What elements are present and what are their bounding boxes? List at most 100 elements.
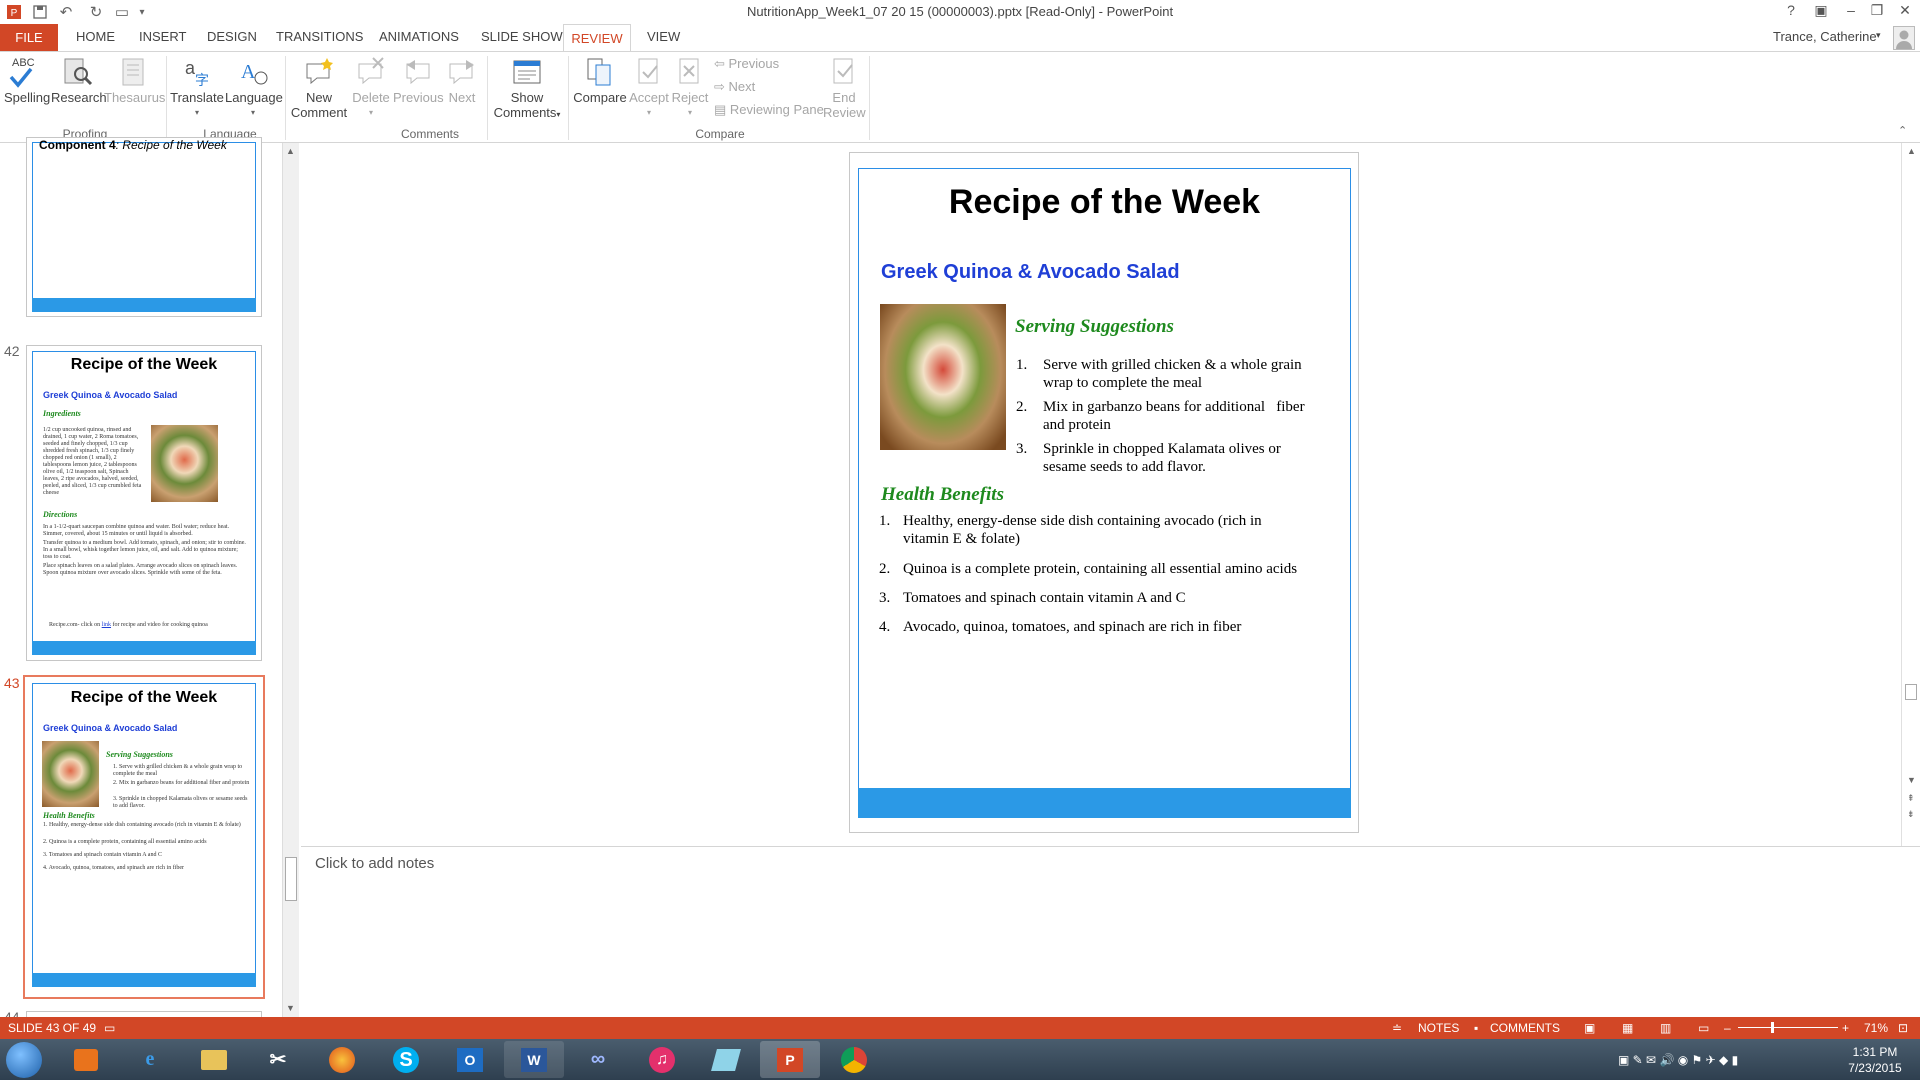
svg-text:字: 字 xyxy=(195,72,209,88)
zoom-slider[interactable] xyxy=(1738,1027,1838,1028)
spelling-button[interactable]: ABC Spelling xyxy=(4,56,50,105)
skype-icon[interactable]: S xyxy=(376,1041,436,1078)
research-button[interactable]: Research xyxy=(51,56,107,105)
fit-slide-icon[interactable]: ⊡ xyxy=(1898,1021,1908,1035)
scrollbar-thumb[interactable] xyxy=(1905,684,1917,700)
tab-home[interactable]: HOME xyxy=(76,29,115,44)
language-chevron-down-icon: ▾ xyxy=(250,108,255,117)
end-review-button[interactable]: End Review xyxy=(823,56,866,120)
scroll-up-arrow-icon[interactable]: ▲ xyxy=(1907,146,1916,156)
tab-file[interactable]: FILE xyxy=(0,24,58,52)
start-button-icon[interactable] xyxy=(6,1042,42,1078)
reading-view-icon[interactable]: ▥ xyxy=(1660,1021,1671,1035)
thesaurus-button[interactable]: Thesaurus xyxy=(104,56,165,105)
delete-chevron-down-icon: ▾ xyxy=(368,108,373,117)
help-button[interactable]: ? xyxy=(1780,2,1802,22)
new-comment-button[interactable]: New Comment xyxy=(289,56,349,120)
infinity-app-icon[interactable]: ∞ xyxy=(568,1041,628,1078)
normal-view-icon[interactable]: ▣ xyxy=(1584,1021,1595,1035)
language-icon: A xyxy=(241,61,268,85)
restore-button[interactable]: ❐ xyxy=(1866,2,1888,22)
avatar[interactable] xyxy=(1893,26,1915,50)
group-label-comments: Comments xyxy=(400,127,459,141)
tab-view[interactable]: VIEW xyxy=(647,29,680,44)
show-comments-button[interactable]: Show Comments▾ xyxy=(491,56,563,122)
collapse-ribbon-icon[interactable]: ⌃ xyxy=(1898,124,1907,137)
notes-app-icon[interactable] xyxy=(696,1041,756,1078)
comments-icon[interactable]: ▪ xyxy=(1474,1021,1478,1035)
research-icon xyxy=(64,58,93,86)
notes-icon[interactable]: ≐ xyxy=(1392,1021,1402,1035)
accept-button[interactable]: Accept ▾ xyxy=(629,56,669,120)
scrollbar-thumb[interactable] xyxy=(285,857,297,901)
thumbnails-scrollbar[interactable]: ▲ ▼ xyxy=(282,143,299,1017)
language-button[interactable]: A Language ▾ xyxy=(225,56,283,120)
thumb-ingredients-text: 1/2 cup uncooked quinoa, rinsed and drai… xyxy=(43,427,142,496)
salad-image[interactable] xyxy=(880,304,1006,450)
tab-slide-show[interactable]: SLIDE SHOW xyxy=(481,29,563,44)
powerpoint-taskbar-icon[interactable]: P xyxy=(760,1041,820,1078)
notes-pane[interactable]: Click to add notes xyxy=(301,846,1920,1017)
compare-previous-button[interactable]: ⇦ Previous xyxy=(714,56,824,71)
tab-transitions[interactable]: TRANSITIONS xyxy=(276,29,363,44)
tools-icon[interactable]: ✂ xyxy=(248,1041,308,1078)
compare-next-button[interactable]: ⇨ Next xyxy=(714,79,824,94)
taskbar-clock[interactable]: 1:31 PM 7/23/2015 xyxy=(1840,1044,1910,1076)
close-button[interactable]: ✕ xyxy=(1894,2,1916,22)
slide-subtitle[interactable]: Greek Quinoa & Avocado Salad xyxy=(881,261,1180,284)
translate-button[interactable]: a字 Translate ▾ xyxy=(170,56,224,120)
reject-button[interactable]: Reject ▾ xyxy=(670,56,710,120)
system-tray-icons[interactable]: ▣ ✎ ✉ 🔊 ◉ ⚑ ✈ ◆ ▮ xyxy=(1618,1053,1738,1067)
itunes-icon[interactable]: ♫ xyxy=(632,1041,692,1078)
comments-button[interactable]: COMMENTS xyxy=(1490,1021,1560,1035)
file-explorer-icon[interactable] xyxy=(184,1041,244,1078)
previous-comment-button[interactable]: Previous xyxy=(393,56,444,105)
delete-comment-button[interactable]: Delete ▾ xyxy=(350,56,392,120)
ribbon-display-options-icon[interactable]: ▣ xyxy=(1810,2,1832,22)
compare-icon xyxy=(587,58,611,86)
media-player-icon[interactable] xyxy=(56,1041,116,1078)
word-icon[interactable]: W xyxy=(504,1041,564,1078)
minimize-button[interactable]: – xyxy=(1840,2,1862,22)
serving-suggestions-heading[interactable]: Serving Suggestions xyxy=(1015,316,1174,338)
slide-thumbnail-43-selected[interactable]: Recipe of the Week Greek Quinoa & Avocad… xyxy=(23,675,265,999)
spelling-label: Spelling xyxy=(4,90,51,105)
tab-insert[interactable]: INSERT xyxy=(139,29,186,44)
user-name[interactable]: Trance, Catherine xyxy=(1773,29,1877,44)
notes-button[interactable]: NOTES xyxy=(1418,1021,1459,1035)
slide-show-icon[interactable]: ▭ xyxy=(1698,1021,1709,1035)
title-bar: P ↶ ↻ ▭ ▾ NutritionApp_Week1_07 20 15 (0… xyxy=(0,0,1920,24)
internet-explorer-icon[interactable]: e xyxy=(120,1041,180,1078)
zoom-out-icon[interactable]: – xyxy=(1724,1021,1731,1035)
slide-title[interactable]: Recipe of the Week xyxy=(859,183,1350,222)
tab-review[interactable]: REVIEW xyxy=(563,24,631,53)
scroll-down-arrow-icon[interactable]: ▼ xyxy=(1907,775,1916,785)
chrome-icon[interactable] xyxy=(824,1041,884,1078)
next-slide-icon[interactable]: ⇟ xyxy=(1907,809,1915,820)
slide-thumbnail-42[interactable]: Recipe of the Week Greek Quinoa & Avocad… xyxy=(26,345,262,661)
outlook-icon[interactable]: O xyxy=(440,1041,500,1078)
tab-animations[interactable]: ANIMATIONS xyxy=(379,29,459,44)
notes-placeholder[interactable]: Click to add notes xyxy=(315,855,434,872)
spell-check-status-icon[interactable]: ▭ xyxy=(104,1021,115,1035)
zoom-slider-thumb[interactable] xyxy=(1771,1022,1774,1033)
user-chevron-down-icon[interactable]: ▾ xyxy=(1876,30,1881,41)
zoom-in-icon[interactable]: + xyxy=(1842,1021,1849,1035)
window-title: NutritionApp_Week1_07 20 15 (00000003).p… xyxy=(746,4,1174,19)
reviewing-pane-button[interactable]: ▤ Reviewing Pane xyxy=(714,102,824,117)
delete-comment-icon xyxy=(358,57,384,85)
previous-slide-icon[interactable]: ⇞ xyxy=(1907,793,1915,804)
scroll-down-arrow-icon[interactable]: ▼ xyxy=(286,1003,295,1013)
slide-sorter-icon[interactable]: ▦ xyxy=(1622,1021,1633,1035)
firefox-icon[interactable] xyxy=(312,1041,372,1078)
tab-design[interactable]: DESIGN xyxy=(207,29,257,44)
accept-icon xyxy=(638,58,658,84)
zoom-level[interactable]: 71% xyxy=(1864,1021,1888,1035)
slide-thumbnail-41[interactable]: Component 4: Recipe of the Week xyxy=(26,137,262,317)
compare-button[interactable]: Compare xyxy=(572,56,628,105)
scroll-up-arrow-icon[interactable]: ▲ xyxy=(286,146,295,156)
next-comment-button[interactable]: Next xyxy=(442,56,482,105)
slide-scrollbar[interactable]: ▲ ▼ ⇞ ⇟ xyxy=(1901,143,1920,846)
slide-counter: SLIDE 43 OF 49 xyxy=(8,1021,97,1035)
health-benefits-heading[interactable]: Health Benefits xyxy=(881,484,1004,506)
